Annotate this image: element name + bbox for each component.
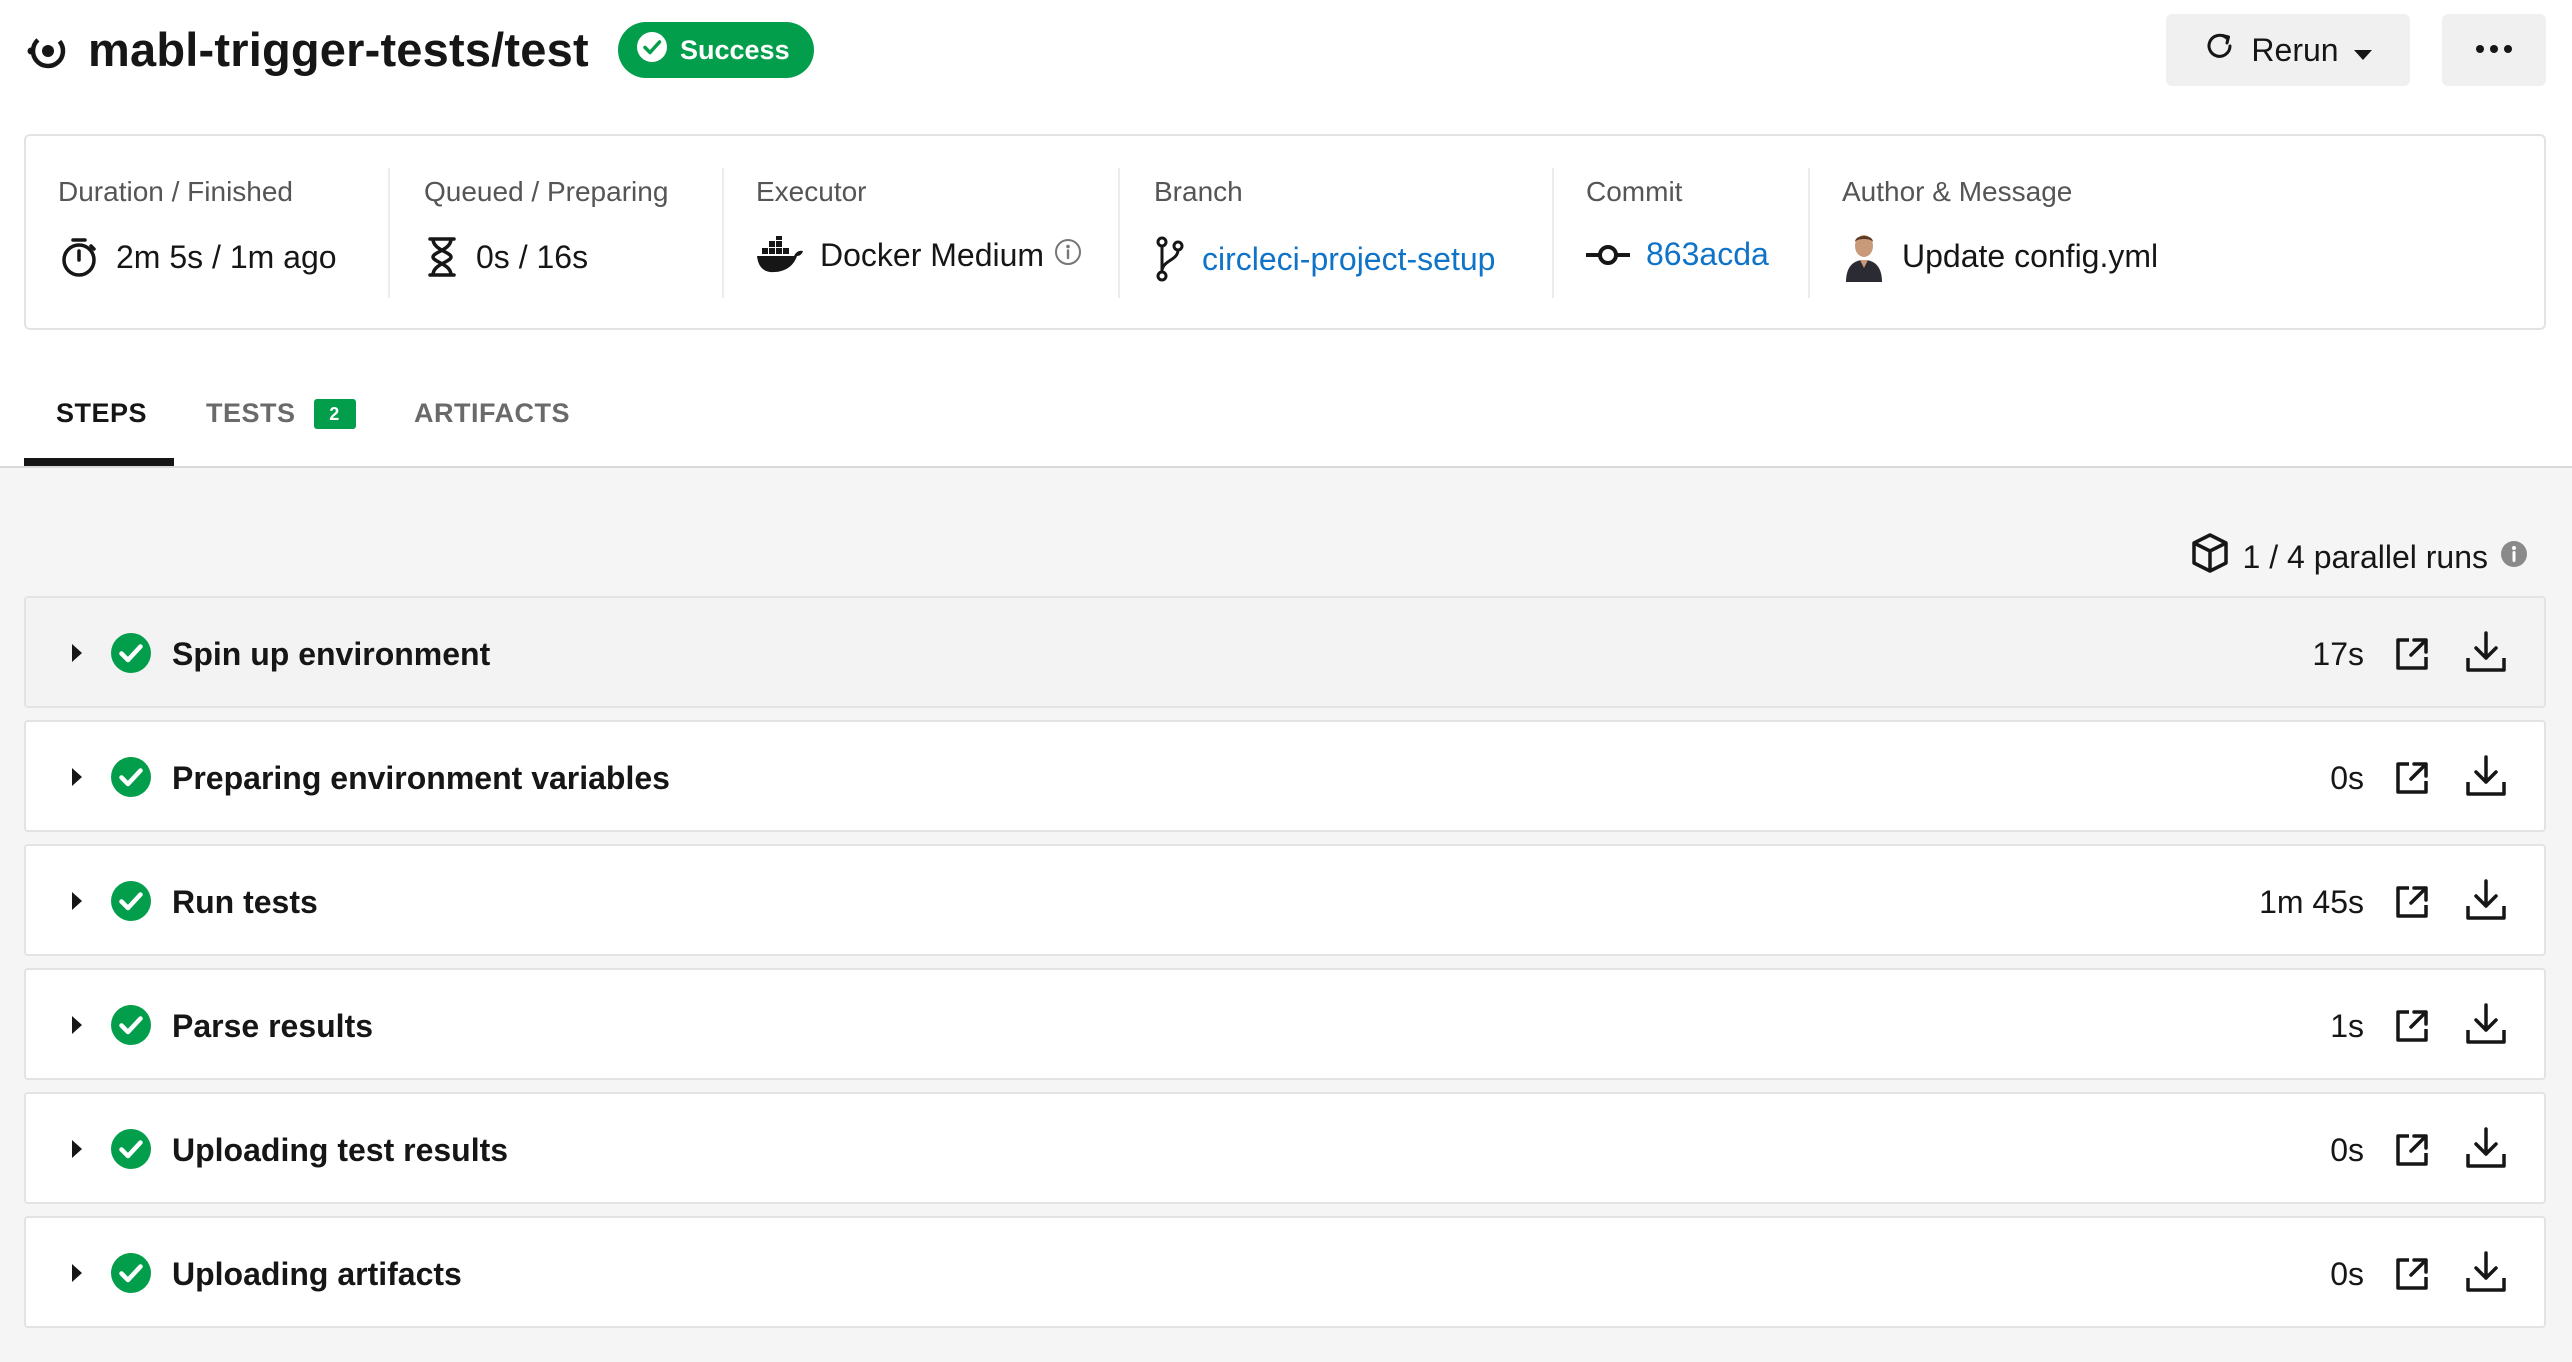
- commit-label: Commit: [1586, 176, 1683, 207]
- duration-label: Duration / Finished: [58, 176, 294, 207]
- download-icon[interactable]: [2464, 1002, 2508, 1051]
- step-duration: 0s: [2330, 1132, 2364, 1168]
- tab-tests-label: TESTS: [206, 398, 296, 428]
- step-duration: 1s: [2330, 1008, 2364, 1044]
- job-icon: [26, 30, 68, 72]
- tests-count-badge: 2: [313, 398, 356, 429]
- rerun-label: Rerun: [2251, 31, 2339, 68]
- executor-value: Docker Medium: [820, 236, 1045, 273]
- step-duration: 17s: [2312, 636, 2364, 672]
- active-tab-indicator: [24, 458, 174, 466]
- queued-section: Queued / Preparing 0s / 16s: [390, 136, 724, 332]
- expand-caret-icon[interactable]: [70, 766, 84, 793]
- open-new-tab-icon[interactable]: [2392, 1254, 2432, 1299]
- page-title: mabl-trigger-tests/test: [88, 23, 589, 76]
- success-check-icon: [110, 1128, 152, 1175]
- tab-steps-label: STEPS: [56, 398, 148, 428]
- expand-caret-icon[interactable]: [70, 890, 84, 917]
- download-icon[interactable]: [2464, 1250, 2508, 1299]
- step-row[interactable]: Uploading test results 0s: [24, 1092, 2546, 1204]
- commit-section: Commit 863acda: [1554, 136, 1810, 332]
- parallel-runs[interactable]: 1 / 4 parallel runs: [2191, 532, 2528, 582]
- step-duration: 0s: [2330, 760, 2364, 796]
- expand-caret-icon[interactable]: [70, 1138, 84, 1165]
- step-row[interactable]: Parse results 1s: [24, 968, 2546, 1080]
- executor-label: Executor: [756, 176, 867, 207]
- step-row[interactable]: Uploading artifacts 0s: [24, 1216, 2546, 1328]
- queued-label: Queued / Preparing: [424, 176, 669, 207]
- success-check-icon: [110, 632, 152, 679]
- docker-icon: [756, 236, 804, 274]
- open-new-tab-icon[interactable]: [2392, 1006, 2432, 1051]
- tab-artifacts-label: ARTIFACTS: [414, 398, 570, 428]
- job-info-panel: Duration / Finished 2m 5s / 1m ago Queue…: [24, 134, 2546, 330]
- status-badge: Success: [618, 22, 814, 78]
- step-duration: 0s: [2330, 1256, 2364, 1292]
- branch-section: Branch circleci-project-setup: [1120, 136, 1554, 332]
- info-icon[interactable]: [1054, 237, 1082, 274]
- download-icon[interactable]: [2464, 878, 2508, 927]
- more-options-button[interactable]: [2442, 14, 2546, 86]
- duration-value: 2m 5s / 1m ago: [116, 238, 337, 275]
- download-icon[interactable]: [2464, 630, 2508, 679]
- step-name: Parse results: [172, 1008, 374, 1044]
- info-icon[interactable]: [2500, 539, 2528, 576]
- stopwatch-icon: [58, 236, 100, 278]
- commit-link[interactable]: 863acda: [1646, 236, 1769, 273]
- step-name: Run tests: [172, 884, 318, 920]
- author-label: Author & Message: [1842, 176, 2073, 207]
- tab-steps[interactable]: STEPS: [56, 398, 147, 429]
- download-icon[interactable]: [2464, 754, 2508, 803]
- tab-tests[interactable]: TESTS 2: [206, 398, 356, 429]
- branch-label: Branch: [1154, 176, 1243, 207]
- steps-panel: 1 / 4 parallel runs Spin up environment …: [0, 468, 2572, 1362]
- hourglass-icon: [424, 236, 460, 278]
- git-branch-icon: [1154, 236, 1186, 282]
- success-check-icon: [110, 1004, 152, 1051]
- duration-section: Duration / Finished 2m 5s / 1m ago: [26, 136, 390, 332]
- expand-caret-icon[interactable]: [70, 1014, 84, 1041]
- ellipsis-icon: [2474, 41, 2514, 59]
- open-new-tab-icon[interactable]: [2392, 882, 2432, 927]
- commit-message: Update config.yml: [1902, 237, 2159, 274]
- step-name: Spin up environment: [172, 636, 491, 672]
- expand-caret-icon[interactable]: [70, 642, 84, 669]
- caret-down-icon: [2353, 32, 2373, 69]
- step-row[interactable]: Preparing environment variables 0s: [24, 720, 2546, 832]
- queued-value: 0s / 16s: [476, 238, 589, 275]
- step-row[interactable]: Spin up environment 17s: [24, 596, 2546, 708]
- step-name: Preparing environment variables: [172, 760, 670, 796]
- refresh-icon: [2203, 29, 2237, 71]
- step-name: Uploading test results: [172, 1132, 509, 1168]
- success-check-icon: [110, 756, 152, 803]
- author-section: Author & Message Update config.yml: [1810, 136, 2510, 332]
- executor-section: Executor Docker Medium: [724, 136, 1120, 332]
- tab-artifacts[interactable]: ARTIFACTS: [414, 398, 570, 429]
- step-duration: 1m 45s: [2259, 884, 2364, 920]
- open-new-tab-icon[interactable]: [2392, 634, 2432, 679]
- check-circle-icon: [636, 31, 680, 70]
- success-check-icon: [110, 880, 152, 927]
- expand-caret-icon[interactable]: [70, 1262, 84, 1289]
- branch-link[interactable]: circleci-project-setup: [1202, 241, 1495, 278]
- rerun-button[interactable]: Rerun: [2166, 14, 2410, 86]
- success-check-icon: [110, 1252, 152, 1299]
- step-row[interactable]: Run tests 1m 45s: [24, 844, 2546, 956]
- open-new-tab-icon[interactable]: [2392, 1130, 2432, 1175]
- parallel-runs-label: 1 / 4 parallel runs: [2242, 538, 2488, 575]
- download-icon[interactable]: [2464, 1126, 2508, 1175]
- job-header: mabl-trigger-tests/test Success Rerun: [0, 0, 2572, 110]
- status-label: Success: [680, 34, 790, 65]
- step-name: Uploading artifacts: [172, 1256, 462, 1292]
- git-commit-icon: [1586, 243, 1630, 267]
- open-new-tab-icon[interactable]: [2392, 758, 2432, 803]
- avatar[interactable]: [1842, 230, 1886, 282]
- tab-bar: STEPS TESTS 2 ARTIFACTS: [0, 372, 2572, 468]
- cube-icon: [2191, 532, 2229, 582]
